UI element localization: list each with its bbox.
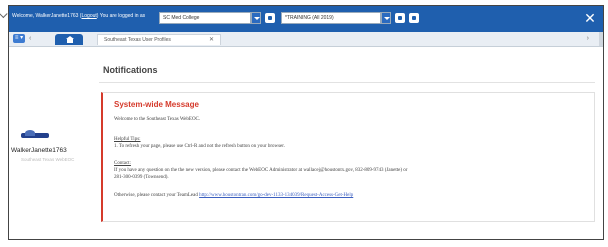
welcome-text: Welcome, WalkerJanette1763 (Logout) You …	[12, 13, 146, 19]
contact-label: Contact:	[114, 161, 131, 166]
corner-mark	[0, 8, 8, 19]
tips-label: Helpful Tips:	[114, 137, 141, 142]
emergency-logo-icon	[21, 130, 49, 141]
incident-select-dropdown[interactable]	[381, 12, 391, 24]
position-go-button[interactable]	[265, 13, 275, 23]
tab-user-profiles[interactable]: Southeast Texas User Profiles ✕	[97, 34, 221, 45]
divider	[99, 82, 595, 83]
otherwise-line: Otherwise, please contact your TeamLead …	[114, 193, 353, 199]
organization: Southeast Texas WebEOC	[21, 157, 75, 162]
position-select-dropdown[interactable]	[251, 12, 261, 24]
contact-line-1: If you have any question on the the new …	[114, 168, 408, 173]
close-icon[interactable]: ✕	[209, 35, 214, 45]
page-title: Notifications	[103, 65, 158, 75]
wrench-icon[interactable]: ✕	[582, 10, 598, 26]
home-icon[interactable]	[55, 34, 83, 45]
tab-scroll-right[interactable]: ›	[587, 34, 589, 43]
tab-label: Southeast Texas User Profiles	[104, 37, 171, 43]
otherwise-text: Otherwise, please contact your TeamLead	[114, 193, 198, 198]
tab-scrollbar[interactable]	[599, 32, 603, 46]
incident-go-button[interactable]	[395, 13, 405, 23]
welcome-line: Welcome to the Southeast Texas WebEOC.	[114, 117, 201, 122]
logout-link[interactable]: Logout	[81, 13, 96, 19]
welcome-prefix: Welcome, WalkerJanette1763	[12, 13, 79, 19]
position-select[interactable]: SC Med College	[159, 12, 251, 24]
help-link[interactable]: http://www.houstontran.com/go-dev-1133-1…	[199, 193, 353, 198]
message-heading: System-wide Message	[114, 100, 199, 109]
contact-line-2: 281-300-0399 (Townsend).	[114, 175, 169, 180]
tab-scroll-left[interactable]: ‹	[29, 34, 31, 43]
tip-1: 1. To refresh your page, please use Ctrl…	[114, 144, 285, 149]
app-window: Welcome, WalkerJanette1763 (Logout) You …	[8, 5, 604, 240]
context-text: You are logged in as	[99, 13, 146, 19]
menu-button[interactable]: ≡ ▾	[13, 34, 25, 43]
incident-info-button[interactable]	[409, 13, 419, 23]
system-message-panel: System-wide Message Welcome to the South…	[101, 92, 595, 222]
incident-select[interactable]: *TRAINING (All 2019)	[281, 12, 381, 24]
username: WalkerJanette1763	[11, 147, 67, 154]
top-bar: Welcome, WalkerJanette1763 (Logout) You …	[9, 6, 603, 32]
tab-bar: ≡ ▾ ‹ Southeast Texas User Profiles ✕ ›	[9, 32, 603, 47]
